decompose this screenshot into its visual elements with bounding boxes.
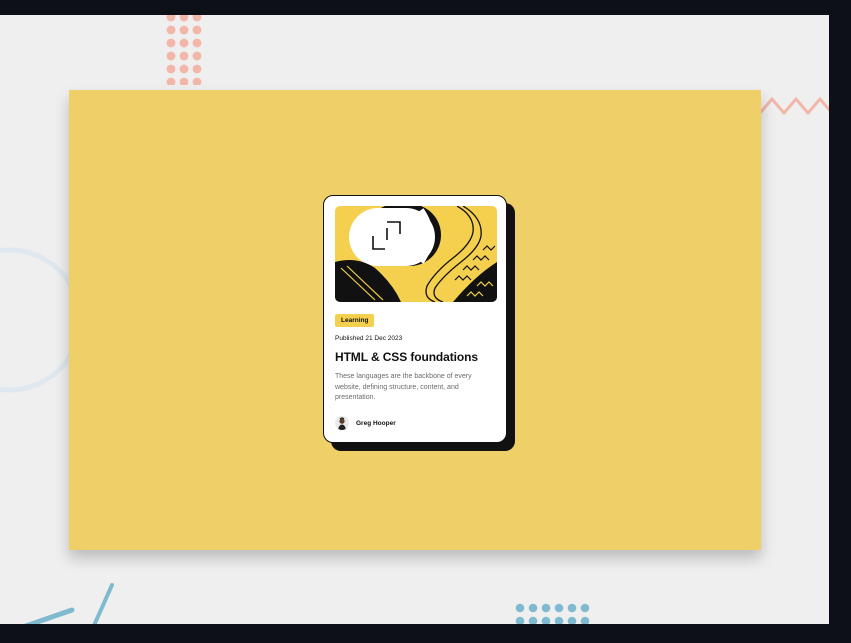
- author-info: Greg Hooper: [335, 416, 396, 430]
- blue-lines-decoration: [23, 583, 114, 624]
- blog-card[interactable]: Learning Published 21 Dec 2023 HTML & CS…: [323, 195, 507, 443]
- author-name: Greg Hooper: [356, 419, 396, 427]
- card-description: These languages are the backbone of ever…: [335, 373, 472, 401]
- page-viewport: Learning Published 21 Dec 2023 HTML & CS…: [0, 15, 829, 624]
- published-date: Published 21 Dec 2023: [335, 335, 403, 342]
- pink-zigzag-decoration: [760, 97, 829, 115]
- card-title[interactable]: HTML & CSS foundations: [335, 350, 495, 364]
- pink-dots-decoration: [166, 15, 202, 85]
- blue-dots-decoration: [515, 603, 590, 624]
- category-tag[interactable]: Learning: [335, 314, 375, 327]
- yellow-stage: Learning Published 21 Dec 2023 HTML & CS…: [69, 90, 761, 550]
- card-illustration-icon: [335, 206, 497, 302]
- avatar: [335, 416, 349, 430]
